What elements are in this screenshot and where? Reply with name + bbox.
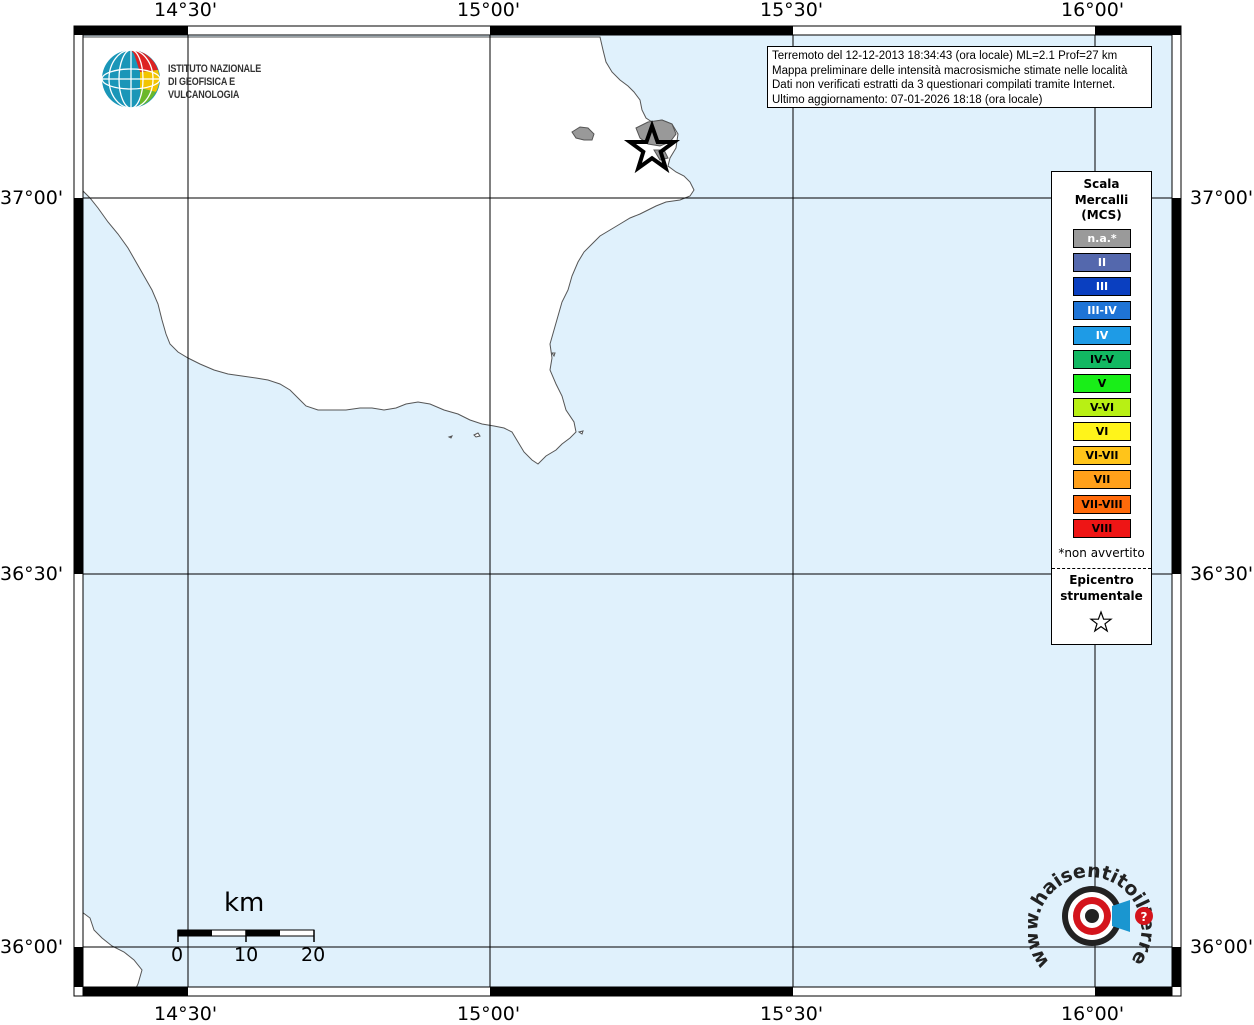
lat-label-right-2: 36°30' (1190, 563, 1254, 585)
lon-label-top-2: 15°00' (457, 0, 521, 21)
scale-bar-tick-0: 0 (171, 944, 184, 966)
lon-label-bottom-1: 14°30' (154, 1003, 218, 1025)
legend-epicenter-line-2: strumentale (1060, 589, 1143, 603)
lat-label-right-1: 37°00' (1190, 187, 1254, 209)
ingv-logo: ISTITUTO NAZIONALE DI GEOFISICA E VULCAN… (100, 48, 330, 110)
star-icon (1089, 610, 1113, 633)
lon-label-top-3: 15°30' (760, 0, 824, 21)
legend-swatch: II (1073, 253, 1131, 273)
scale-bar-tick-20: 20 (301, 944, 326, 966)
lon-label-bottom-3: 15°30' (760, 1003, 824, 1025)
legend-swatch: VII (1073, 470, 1131, 490)
legend-swatch: VI-VII (1073, 446, 1131, 466)
legend-title: Scala Mercalli (MCS) (1052, 177, 1151, 224)
haisentito-logo-icon[interactable]: www.haisentitoilterremoto.it ? (1018, 841, 1159, 978)
legend-swatch: V (1073, 373, 1131, 393)
lon-label-bottom-4: 16°00' (1061, 1003, 1125, 1025)
lon-label-bottom-2: 15°00' (457, 1003, 521, 1025)
scale-bar-unit: km (224, 888, 265, 918)
mcs-legend: Scala Mercalli (MCS) n.a.* II III III-IV IV I… (1051, 171, 1152, 645)
legend-title-line-1: Scala (1083, 177, 1120, 191)
legend-swatch: III-IV (1073, 301, 1131, 321)
logo-line-2: DI GEOFISICA E VULCANOLOGIA (168, 76, 240, 101)
legend-swatch: VI (1073, 422, 1131, 442)
badge-question-mark: ? (1141, 910, 1148, 924)
event-info-line-2: Mappa preliminare delle intensità macros… (772, 64, 1128, 77)
logo-line-1: ISTITUTO NAZIONALE (168, 63, 262, 75)
event-info-line-3: Dati non verificati estratti da 3 questi… (772, 79, 1116, 91)
legend-divider (1052, 568, 1151, 569)
legend-epicenter-label: Epicentro strumentale (1052, 572, 1151, 604)
lon-label-top-1: 14°30' (154, 0, 218, 21)
legend-swatch: n.a.* (1073, 229, 1131, 248)
event-info-line-1: Terremoto del 12-12-2013 18:34:43 (ora l… (772, 50, 1118, 62)
lat-label-left-2: 36°30' (0, 563, 64, 585)
legend-swatch: V-VI (1073, 397, 1131, 417)
lat-label-right-3: 36°00' (1190, 936, 1254, 958)
legend-swatch-list: n.a.* II III III-IV IV IV-V V V-VI VI VI-VII VII VI… (1073, 229, 1131, 543)
event-info-box: Terremoto del 12-12-2013 18:34:43 (ora l… (767, 46, 1152, 108)
event-info-line-4: Ultimo aggiornamento: 07-01-2026 18:18 (… (772, 93, 1043, 106)
ingv-globe-icon (101, 49, 161, 109)
legend-title-line-2: Mercalli (1074, 192, 1129, 207)
legend-swatch: VII-VIII (1073, 494, 1131, 514)
legend-swatch: IV-V (1073, 349, 1131, 369)
legend-title-line-3: (MCS) (1081, 208, 1122, 222)
legend-epicenter-line-1: Epicentro (1069, 573, 1134, 587)
legend-swatch: IV (1073, 325, 1131, 345)
legend-na-note: *non avvertito (1058, 546, 1145, 560)
legend-swatch: III (1073, 277, 1131, 297)
scale-bar-tick-10: 10 (234, 944, 259, 966)
legend-swatch: VIII (1073, 518, 1131, 538)
ingv-logo-text: ISTITUTO NAZIONALE DI GEOFISICA E VULCAN… (168, 63, 301, 102)
lat-label-left-1: 37°00' (0, 187, 64, 209)
lon-label-top-4: 16°00' (1061, 0, 1125, 21)
lat-label-left-3: 36°00' (0, 936, 64, 958)
